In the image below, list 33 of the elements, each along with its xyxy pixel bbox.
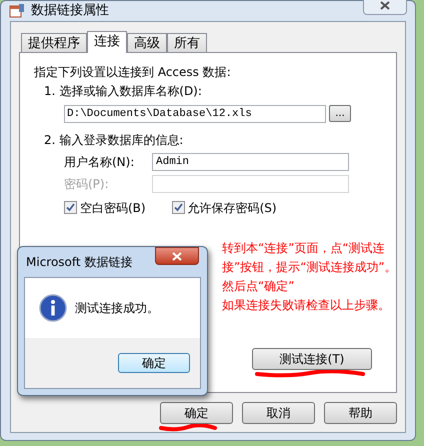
annotation-text: 如果连接失败请检查以上步骤。: [222, 296, 391, 314]
close-icon: [172, 252, 182, 260]
tab[interactable]: 高级: [127, 32, 167, 52]
message-box-title: Microsoft 数据链接: [26, 254, 132, 271]
dialog-button[interactable]: 帮助: [324, 402, 397, 424]
info-icon: [39, 294, 67, 322]
field-label: 密码(P):: [64, 176, 110, 192]
close-button[interactable]: [363, 0, 407, 15]
checkbox-label: 空白密码(B): [80, 200, 146, 216]
close-icon: [380, 1, 390, 10]
checkbox-label: 允许保存密码(S): [188, 200, 277, 216]
database-field[interactable]: D:\Documents\Database\12.xls: [64, 104, 326, 122]
text-field[interactable]: Admin: [152, 152, 349, 170]
ok-button[interactable]: 确定: [118, 353, 190, 373]
step-label: 1. 选择或输入数据库名称(D):: [44, 82, 203, 100]
underline-drawing: [158, 424, 218, 432]
test-connection-button[interactable]: 测试连接(T): [252, 348, 372, 370]
dialog-button[interactable]: 取消: [242, 402, 315, 424]
tab[interactable]: 提供程序: [21, 32, 87, 52]
field-label: 用户名称(N):: [64, 154, 136, 170]
checkbox[interactable]: [172, 201, 185, 214]
tab[interactable]: 所有: [167, 32, 207, 52]
properties-icon: [9, 2, 25, 19]
browse-button[interactable]: ...: [329, 105, 351, 122]
window-title: 数据链接属性: [31, 2, 109, 20]
annotation-text: 转到本“连接”页面，点“测试连接”按钮，提示“测试连接成功”。然后点“确定”: [222, 240, 398, 294]
tab[interactable]: 连接: [87, 30, 127, 52]
message-text: 测试连接成功。: [75, 300, 159, 317]
step-label: 2. 输入登录数据库的信息:: [44, 132, 184, 148]
close-button[interactable]: [155, 247, 199, 265]
checkbox[interactable]: [64, 201, 77, 214]
intro-text: 指定下列设置以连接到 Access 数据:: [34, 64, 232, 80]
dialog-button[interactable]: 确定: [160, 402, 233, 424]
